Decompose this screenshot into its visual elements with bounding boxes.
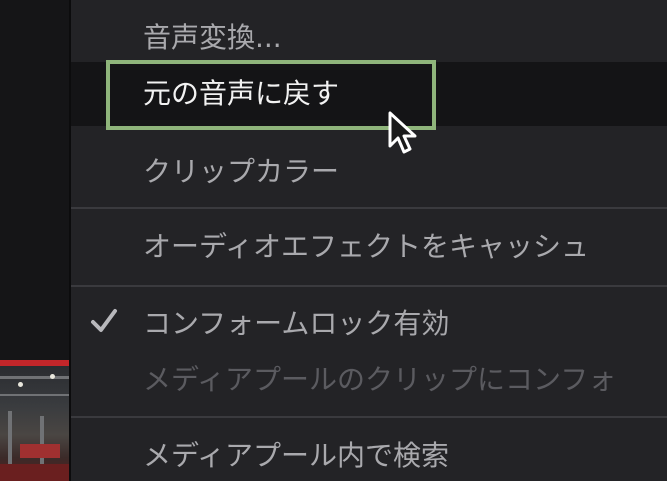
context-menu: 音声変換... 元の音声に戻す クリップカラー オーディオエフェクトをキャッシュ… <box>71 0 667 481</box>
thumbnail-beam <box>0 394 69 396</box>
menu-item-voice-convert[interactable]: 音声変換... <box>71 0 667 62</box>
checkmark-icon <box>91 309 117 332</box>
thumbnail-beam <box>0 376 69 379</box>
menu-item-label: コンフォームロック有効 <box>143 307 450 340</box>
menu-item-conform-lock[interactable]: コンフォームロック有効 <box>71 300 667 346</box>
menu-item-clip-color[interactable]: クリップカラー <box>71 126 667 204</box>
menu-item-label: クリップカラー <box>143 155 340 188</box>
arrow-cursor-icon <box>388 111 417 154</box>
menu-item-label: 元の音声に戻す <box>143 77 340 110</box>
thumbnail-light <box>50 374 55 379</box>
menu-item-cache-audio-effects[interactable]: オーディオエフェクトをキャッシュ <box>71 209 667 283</box>
menu-item-revert-audio[interactable]: 元の音声に戻す <box>71 62 667 126</box>
timeline-panel <box>0 0 69 481</box>
clip-thumbnail[interactable] <box>0 366 69 481</box>
menu-item-label: オーディオエフェクトをキャッシュ <box>143 230 590 263</box>
menu-item-label: メディアプール内で検索 <box>143 439 450 472</box>
thumbnail-light <box>18 382 23 387</box>
thumbnail-machine <box>0 464 69 481</box>
thumbnail-beam <box>8 411 12 471</box>
menu-item-conform-to-media-pool: メディアプールのクリップにコンフォ <box>71 346 667 402</box>
menu-item-label: メディアプールのクリップにコンフォ <box>143 363 617 396</box>
menu-item-find-in-media-pool[interactable]: メディアプール内で検索 <box>71 418 667 481</box>
menu-item-label: 音声変換... <box>143 21 282 54</box>
thumbnail-machine <box>20 444 60 458</box>
menu-separator <box>71 285 667 287</box>
